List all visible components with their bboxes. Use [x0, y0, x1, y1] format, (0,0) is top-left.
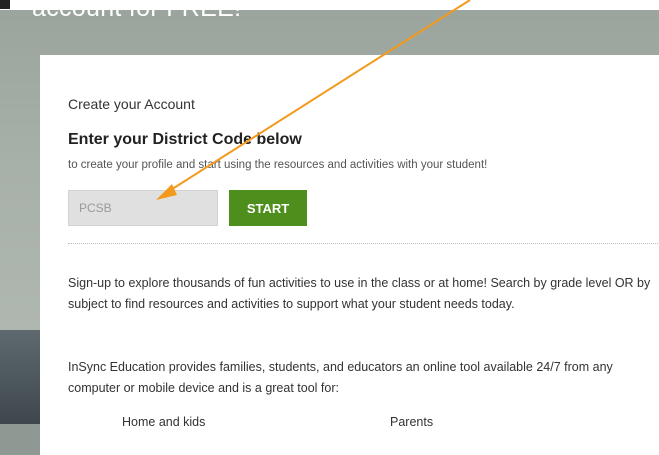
- start-button[interactable]: START: [229, 190, 307, 226]
- background-dark-area: [0, 330, 40, 424]
- district-code-subtitle: to create your profile and start using t…: [68, 159, 488, 171]
- create-account-title: Create your Account: [68, 96, 195, 112]
- dotted-divider: [68, 243, 659, 244]
- cropped-heading-glyph: [0, 0, 10, 9]
- district-code-heading: Enter your District Code below: [68, 131, 302, 148]
- signup-panel: Create your Account Enter your District …: [40, 55, 659, 455]
- signup-description: Sign-up to explore thousands of fun acti…: [68, 276, 651, 311]
- hero-heading: account for FREE!: [32, 0, 242, 22]
- district-code-input[interactable]: PCSB: [68, 190, 218, 226]
- insync-description: InSync Education provides families, stud…: [68, 360, 613, 395]
- list-item-left: Home and kids: [122, 415, 206, 429]
- list-item-right: Parents: [390, 415, 434, 429]
